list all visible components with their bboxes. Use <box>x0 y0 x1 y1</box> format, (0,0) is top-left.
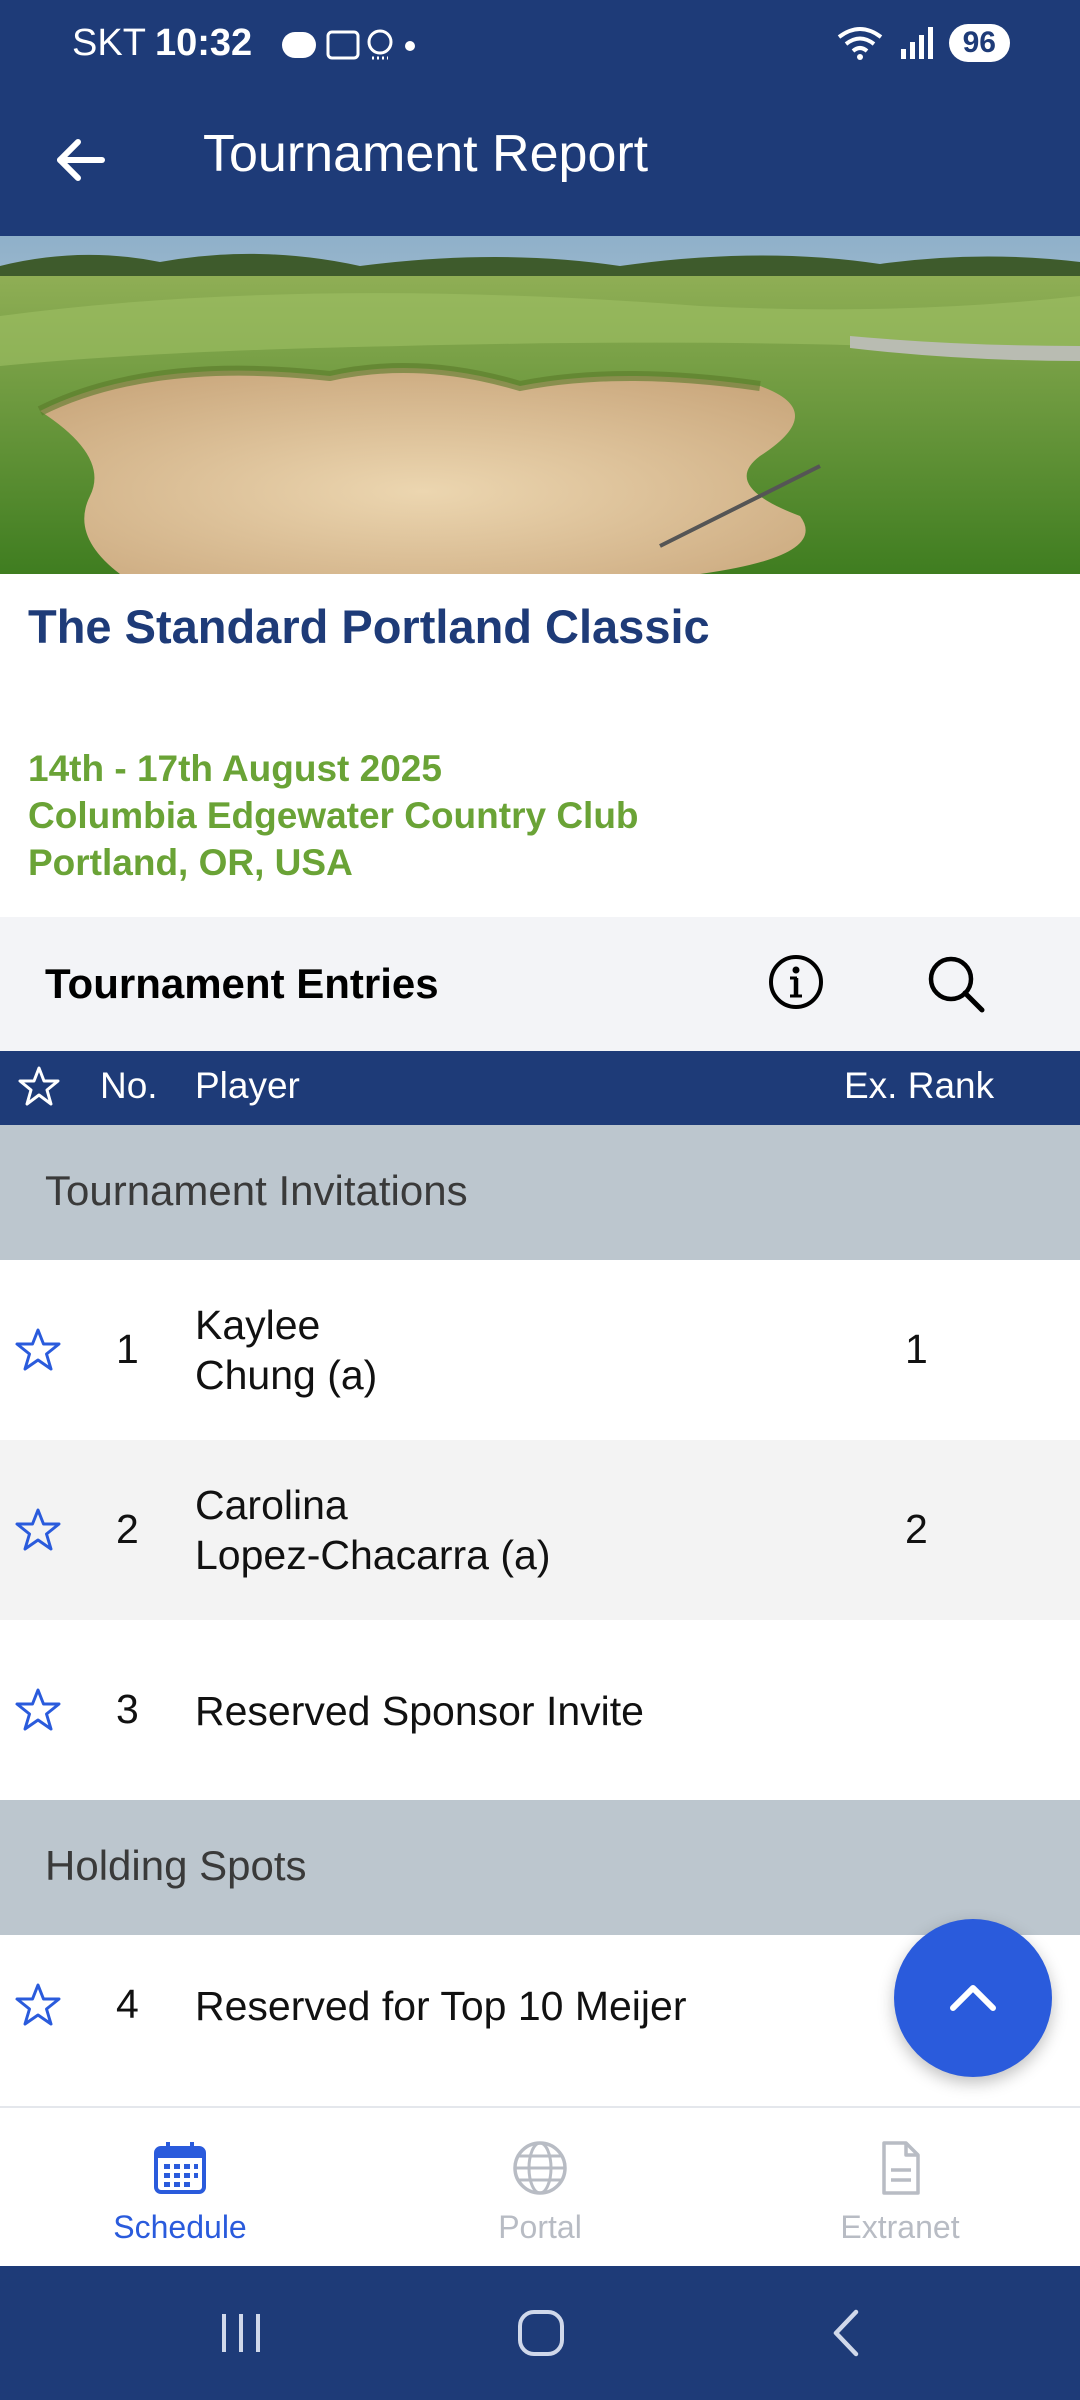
tournament-club: Columbia Edgewater Country Club <box>28 795 639 836</box>
back-button[interactable] <box>40 120 120 200</box>
status-notification-icons <box>280 26 420 75</box>
nav-extranet[interactable]: Extranet <box>800 2138 1000 2246</box>
table-row[interactable]: 1 Kaylee Chung (a) 1 <box>0 1260 1080 1440</box>
page-title: Tournament Report <box>203 125 649 183</box>
wifi-icon <box>837 27 882 60</box>
nav-schedule[interactable]: Schedule <box>80 2138 280 2246</box>
system-navigation-bar <box>0 2266 1080 2400</box>
section-header: Holding Spots <box>0 1800 1080 1935</box>
notification-icons <box>282 29 415 60</box>
golf-course-image <box>0 236 1080 574</box>
section-title: Tournament Invitations <box>45 1167 468 1214</box>
player-name: Carolina Lopez-Chacarra (a) <box>195 1480 551 1580</box>
column-rank: Ex. Rank <box>844 1065 995 1106</box>
tournament-hero-image <box>0 236 1080 574</box>
info-button[interactable] <box>766 952 826 1012</box>
entry-number: 2 <box>116 1506 139 1552</box>
status-time: 10:32 <box>155 22 253 64</box>
star-outline-icon[interactable] <box>14 1981 62 2029</box>
entry-number: 4 <box>116 1981 139 2027</box>
tournament-location: Portland, OR, USA <box>28 842 353 883</box>
recent-apps-icon[interactable] <box>216 2310 266 2356</box>
search-button[interactable] <box>924 952 988 1016</box>
status-carrier: SKT <box>72 22 146 64</box>
entry-number: 3 <box>116 1686 139 1732</box>
tournament-name: The Standard Portland Classic <box>28 600 710 653</box>
column-number: No. <box>100 1065 158 1106</box>
document-icon <box>882 2141 920 2195</box>
column-player: Player <box>195 1065 300 1106</box>
player-name: Reserved Sponsor Invite <box>195 1688 644 1734</box>
star-outline-icon[interactable] <box>14 1326 62 1374</box>
nav-label: Extranet <box>840 2209 960 2245</box>
scroll-to-top-button[interactable] <box>894 1919 1052 2077</box>
globe-icon <box>513 2141 567 2195</box>
player-last-name: Chung (a) <box>195 1352 378 1398</box>
player-name: Kaylee Chung (a) <box>195 1300 377 1400</box>
home-icon[interactable] <box>516 2308 566 2358</box>
table-row[interactable]: 3 Reserved Sponsor Invite <box>0 1620 1080 1800</box>
nav-label: Schedule <box>113 2209 247 2245</box>
entries-title: Tournament Entries <box>45 960 439 1007</box>
section-header: Tournament Invitations <box>0 1125 1080 1260</box>
status-right-icons: 96 <box>835 24 1010 62</box>
entry-number: 1 <box>116 1326 139 1372</box>
entry-rank: 2 <box>905 1506 928 1552</box>
battery-level: 96 <box>948 24 1010 62</box>
signal-icon <box>900 27 933 59</box>
info-icon <box>769 955 823 1009</box>
table-row[interactable]: 2 Carolina Lopez-Chacarra (a) 2 <box>0 1440 1080 1620</box>
table-header: No. Player Ex. Rank <box>0 1051 1080 1125</box>
section-title: Holding Spots <box>45 1842 307 1889</box>
tournament-date: 14th - 17th August 2025 <box>28 748 442 789</box>
search-icon <box>928 956 985 1013</box>
entry-rank: 1 <box>905 1326 928 1372</box>
player-first-name: Carolina <box>195 1482 348 1528</box>
nav-label: Portal <box>498 2209 582 2245</box>
arrow-left-icon <box>57 139 105 181</box>
star-outline-icon[interactable] <box>14 1686 62 1734</box>
player-last-name: Lopez-Chacarra (a) <box>195 1532 551 1578</box>
nav-portal[interactable]: Portal <box>440 2138 640 2246</box>
calendar-icon <box>154 2142 206 2194</box>
player-name: Reserved for Top 10 Meijer <box>195 1983 687 2029</box>
chevron-up-icon <box>950 1985 996 2011</box>
player-first-name: Kaylee <box>195 1302 321 1348</box>
back-nav-icon[interactable] <box>826 2308 866 2358</box>
star-outline-icon[interactable] <box>18 1065 60 1107</box>
star-outline-icon[interactable] <box>14 1506 62 1554</box>
bottom-navigation: Schedule Portal Extranet <box>0 2106 1080 2268</box>
